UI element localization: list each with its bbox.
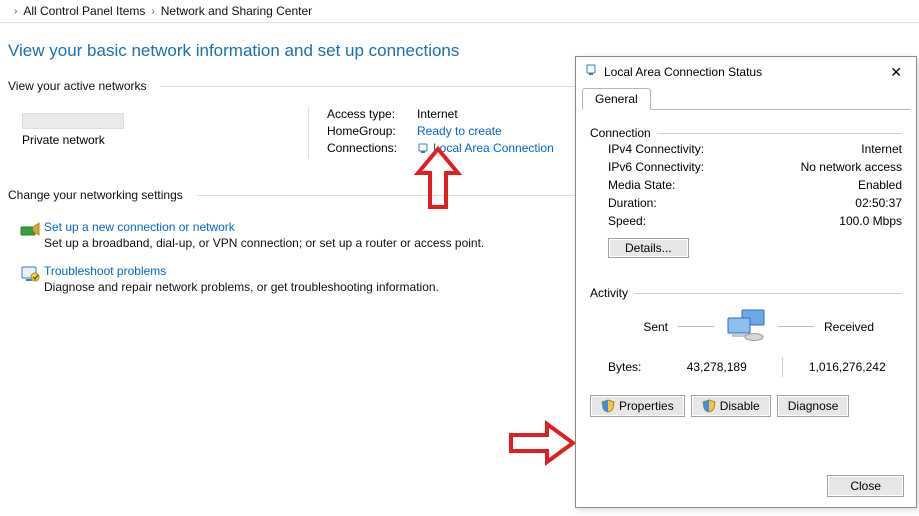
ipv4-value: Internet (861, 142, 902, 156)
tab-general[interactable]: General (582, 88, 651, 110)
troubleshoot-title[interactable]: Troubleshoot problems (44, 264, 439, 278)
breadcrumb-item[interactable]: Network and Sharing Center (161, 4, 312, 18)
access-type-value: Internet (417, 107, 458, 121)
ethernet-icon (417, 141, 429, 155)
section-text: View your active networks (8, 79, 147, 93)
chevron-right-icon: › (14, 6, 17, 17)
disable-button[interactable]: Disable (691, 395, 771, 417)
network-identity: Private network (8, 107, 308, 158)
chevron-right-icon: › (151, 6, 154, 17)
network-properties: Access type: Internet HomeGroup: Ready t… (308, 107, 554, 158)
bytes-sent-value: 43,278,189 (662, 360, 772, 374)
breadcrumb: › All Control Panel Items › Network and … (0, 0, 919, 23)
homegroup-label: HomeGroup: (327, 124, 417, 138)
shield-icon (601, 399, 615, 413)
connection-status-dialog: Local Area Connection Status ✕ General C… (575, 56, 917, 508)
connection-link[interactable]: Local Area Connection (433, 141, 554, 155)
ethernet-icon (584, 62, 598, 81)
divider (782, 357, 783, 377)
network-category: Private network (22, 133, 308, 147)
dialog-titlebar: Local Area Connection Status ✕ (576, 57, 916, 86)
speed-value: 100.0 Mbps (839, 214, 902, 228)
button-label: Properties (619, 399, 674, 413)
group-text: Connection (590, 126, 651, 140)
sent-label: Sent (598, 320, 668, 334)
close-button[interactable]: Close (827, 475, 904, 497)
ipv4-label: IPv4 Connectivity: (608, 142, 704, 156)
troubleshoot-desc: Diagnose and repair network problems, or… (44, 280, 439, 294)
duration-value: 02:50:37 (855, 196, 902, 210)
breadcrumb-item[interactable]: All Control Panel Items (23, 4, 145, 18)
media-state-value: Enabled (858, 178, 902, 192)
details-button[interactable]: Details... (608, 238, 689, 258)
bytes-received-value: 1,016,276,242 (793, 360, 903, 374)
annotation-arrow-right (505, 418, 579, 468)
computers-icon (724, 308, 768, 345)
duration-label: Duration: (608, 196, 657, 210)
group-connection: Connection (590, 126, 902, 140)
homegroup-link[interactable]: Ready to create (417, 124, 502, 138)
divider (678, 326, 714, 327)
ipv6-label: IPv6 Connectivity: (608, 160, 704, 174)
dialog-tabs: General (576, 86, 916, 110)
setup-connection-title[interactable]: Set up a new connection or network (44, 220, 484, 234)
divider (634, 293, 902, 294)
dialog-title: Local Area Connection Status (604, 65, 884, 79)
group-activity: Activity (590, 286, 902, 300)
shield-icon (702, 399, 716, 413)
troubleshoot-icon (18, 264, 44, 294)
section-text: Change your networking settings (8, 188, 183, 202)
connections-label: Connections: (327, 141, 417, 155)
button-label: Diagnose (788, 399, 839, 413)
divider (778, 326, 814, 327)
properties-button[interactable]: Properties (590, 395, 685, 417)
diagnose-button[interactable]: Diagnose (777, 395, 850, 417)
divider (657, 133, 902, 134)
ipv6-value: No network access (801, 160, 902, 174)
bytes-label: Bytes: (590, 360, 662, 374)
setup-connection-desc: Set up a broadband, dial-up, or VPN conn… (44, 236, 484, 250)
button-label: Disable (720, 399, 760, 413)
group-text: Activity (590, 286, 628, 300)
access-type-label: Access type: (327, 107, 417, 121)
close-button[interactable]: ✕ (884, 63, 908, 81)
received-label: Received (824, 320, 894, 334)
speed-label: Speed: (608, 214, 646, 228)
setup-connection-icon (18, 220, 44, 250)
network-name-placeholder (22, 113, 124, 129)
media-state-label: Media State: (608, 178, 675, 192)
